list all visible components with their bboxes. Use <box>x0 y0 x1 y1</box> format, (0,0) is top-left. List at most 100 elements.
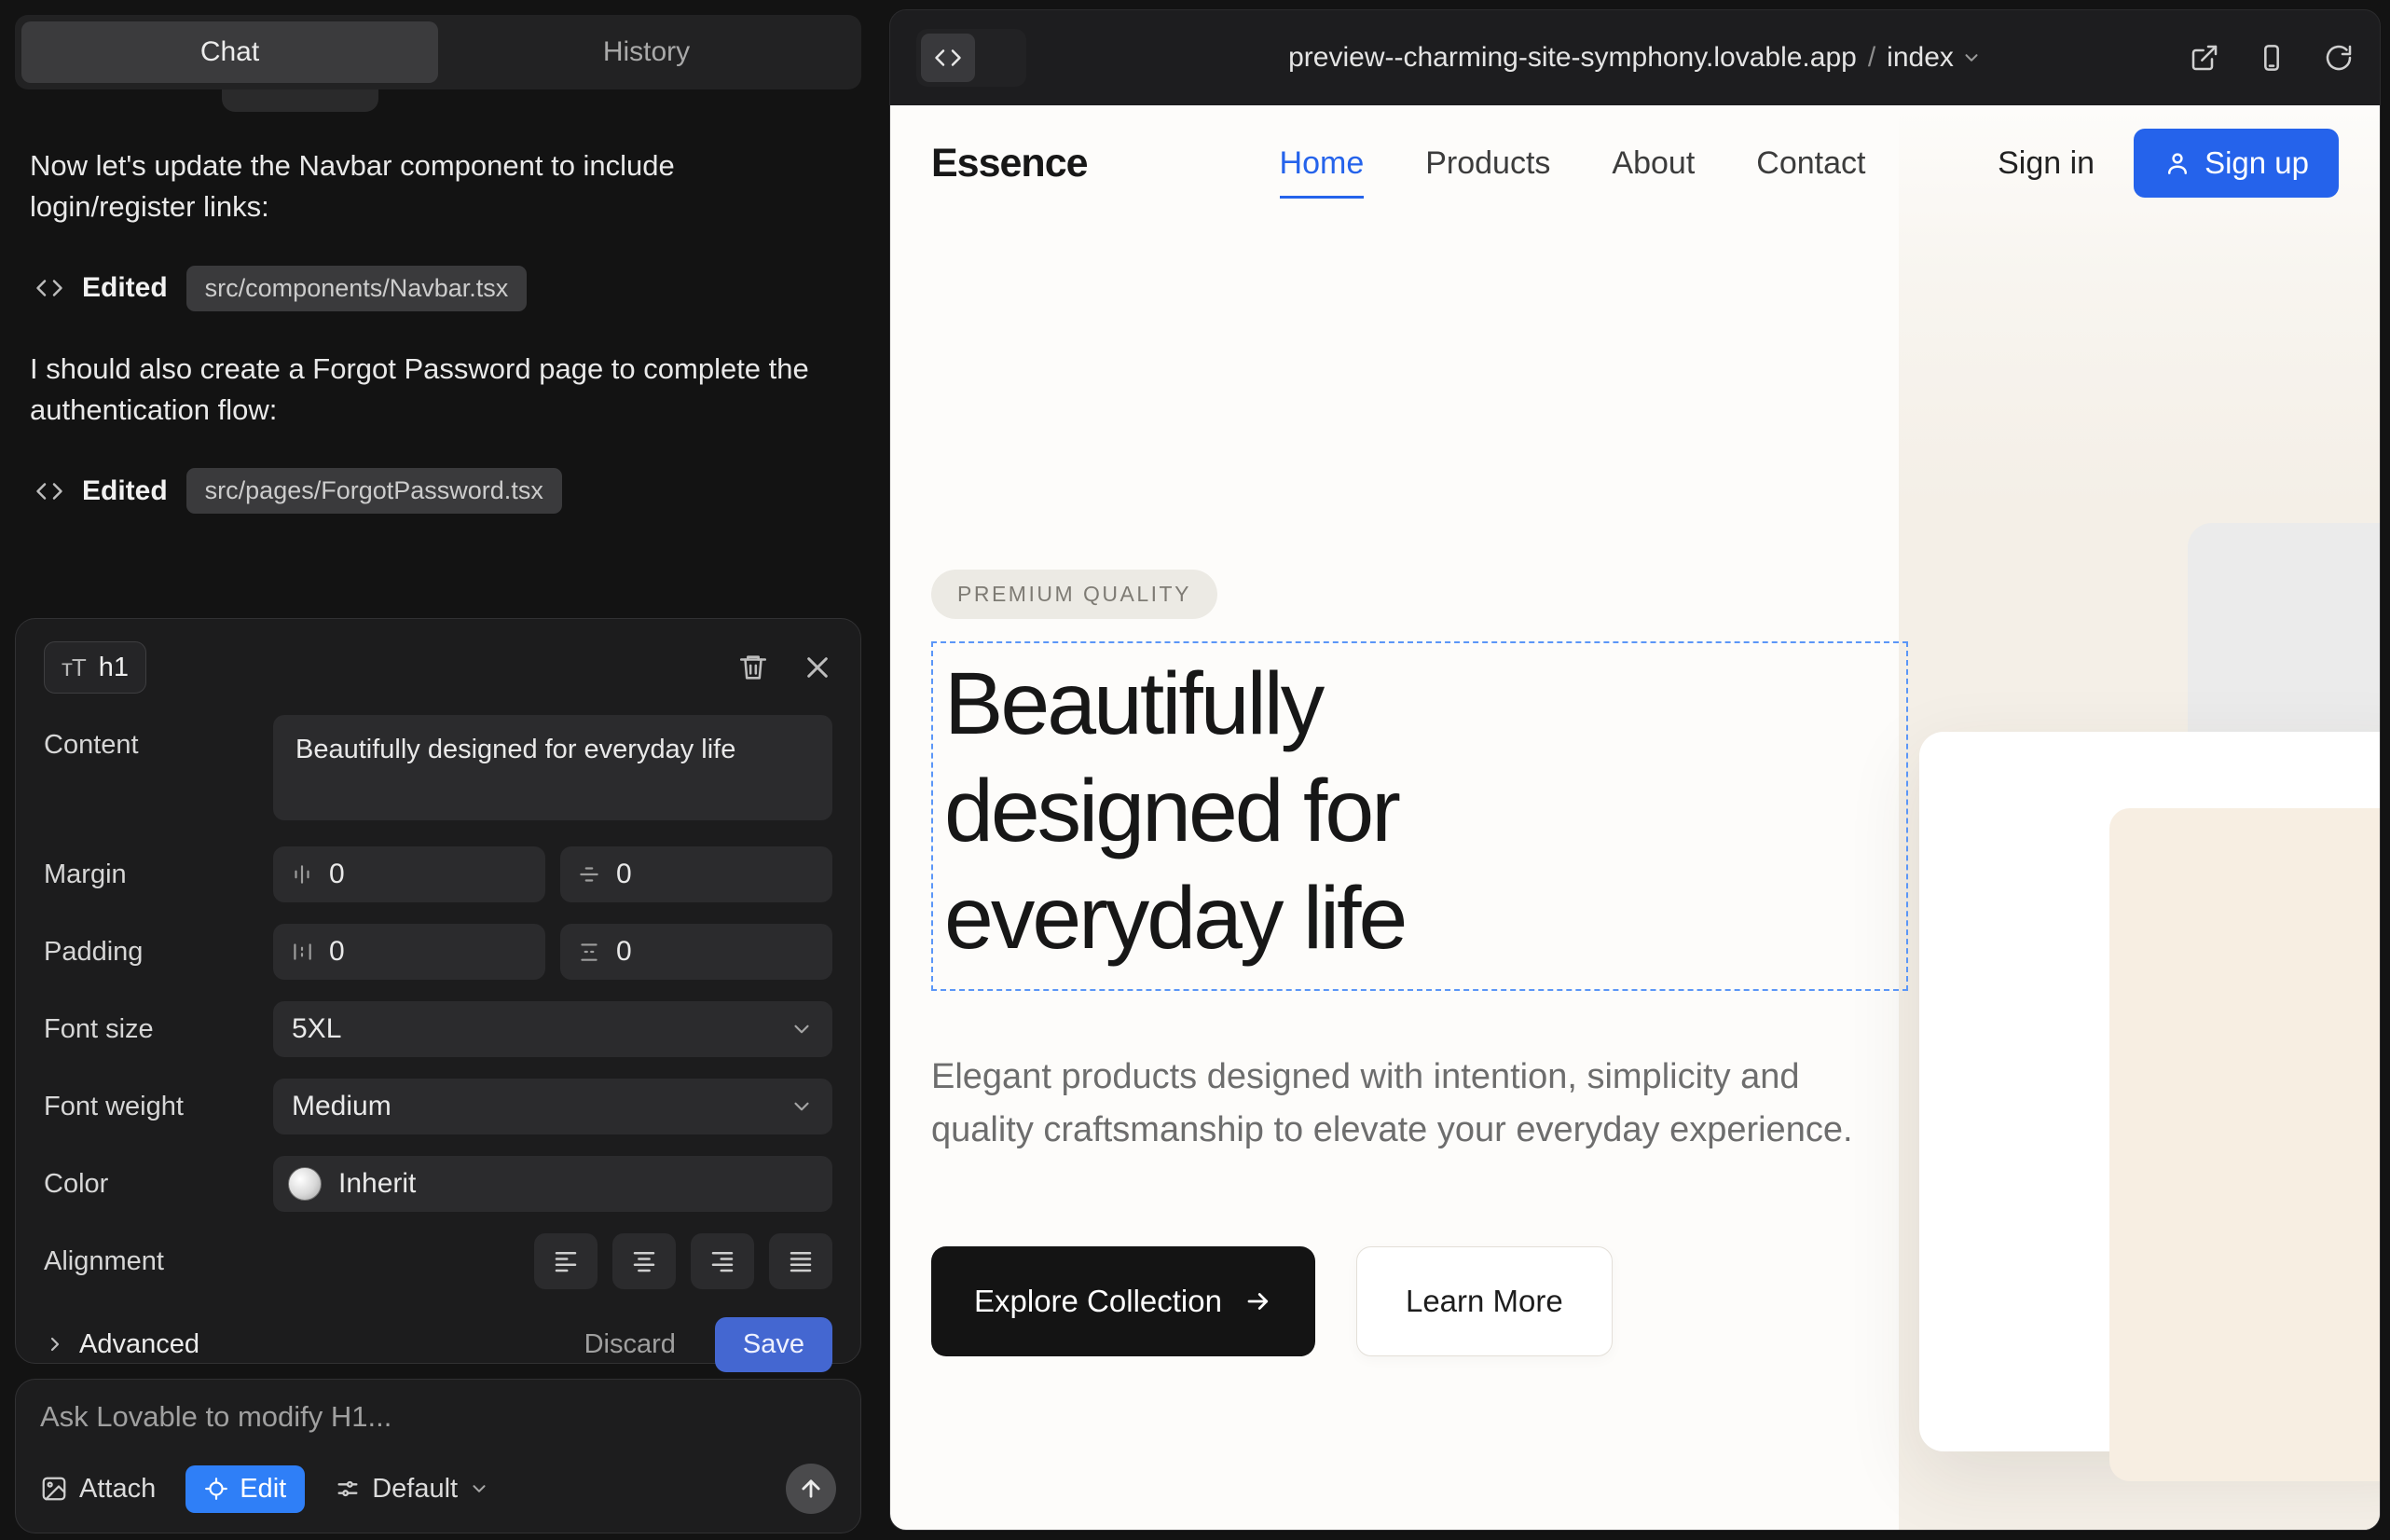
code-icon <box>35 274 63 302</box>
composer-input[interactable] <box>40 1400 836 1434</box>
site-navbar: Essence Home Products About Contact Sign… <box>890 105 2380 221</box>
padding-label: Padding <box>44 935 273 968</box>
headline-line: designed for <box>944 758 1891 865</box>
sign-up-label: Sign up <box>2205 145 2309 181</box>
arrow-right-icon <box>1244 1287 1272 1315</box>
sign-up-button[interactable]: Sign up <box>2134 129 2339 198</box>
tab-chat[interactable]: Chat <box>21 21 438 83</box>
content-label: Content <box>44 715 273 761</box>
delete-element-button[interactable] <box>737 652 769 683</box>
code-toggle-button[interactable] <box>916 29 1026 87</box>
typography-icon: тT <box>62 653 86 682</box>
edited-file-row[interactable]: Edited src/components/Navbar.tsx <box>35 266 858 311</box>
nav-link-products[interactable]: Products <box>1425 145 1550 182</box>
explore-collection-label: Explore Collection <box>974 1284 1222 1319</box>
explore-collection-button[interactable]: Explore Collection <box>931 1246 1315 1356</box>
padding-vertical-icon <box>577 940 601 964</box>
file-path-badge[interactable]: src/components/Navbar.tsx <box>186 266 528 311</box>
font-size-field-row: Font size 5XL <box>44 1001 832 1057</box>
padding-x-input[interactable]: 0 <box>273 924 545 980</box>
tab-history[interactable]: History <box>438 21 855 83</box>
align-left-button[interactable] <box>534 1233 598 1289</box>
save-button[interactable]: Save <box>715 1317 832 1372</box>
chat-message: I should also create a Forgot Password p… <box>30 349 813 432</box>
url-bar: preview--charming-site-symphony.lovable.… <box>890 10 2380 105</box>
content-input[interactable]: Beautifully designed for everyday life <box>273 715 832 820</box>
element-tag-pill[interactable]: тT h1 <box>44 641 146 694</box>
element-editor-panel: тT h1 Content Beautifully designed for e… <box>15 618 861 1364</box>
align-justify-button[interactable] <box>769 1233 832 1289</box>
color-value: Inherit <box>338 1168 416 1200</box>
advanced-toggle[interactable]: Advanced <box>44 1329 199 1360</box>
site-logo[interactable]: Essence <box>931 141 1088 186</box>
send-button[interactable] <box>786 1464 836 1514</box>
align-right-button[interactable] <box>691 1233 754 1289</box>
edit-label: Edit <box>240 1474 286 1505</box>
quality-badge: PREMIUM QUALITY <box>931 570 1217 619</box>
selected-h1-outline[interactable]: Beautifully designed for everyday life <box>931 641 1908 991</box>
discard-button[interactable]: Discard <box>584 1329 676 1360</box>
nav-link-home[interactable]: Home <box>1280 145 1365 182</box>
model-default-selector[interactable]: Default <box>335 1474 489 1505</box>
margin-field-row: Margin 0 0 <box>44 846 832 902</box>
editor-header: тT h1 <box>44 641 832 694</box>
color-label: Color <box>44 1167 273 1200</box>
headline-line: everyday life <box>944 865 1891 972</box>
margin-y-input[interactable]: 0 <box>560 846 832 902</box>
default-label: Default <box>372 1474 458 1505</box>
refresh-icon[interactable] <box>2324 43 2354 73</box>
edited-label: Edited <box>82 272 168 304</box>
code-icon <box>921 34 975 82</box>
nav-link-about[interactable]: About <box>1612 145 1695 182</box>
font-weight-value: Medium <box>292 1091 391 1122</box>
color-select[interactable]: Inherit <box>273 1156 832 1212</box>
margin-y-value: 0 <box>616 859 632 890</box>
learn-more-button[interactable]: Learn More <box>1356 1246 1613 1356</box>
headline-line: Beautifully <box>944 651 1891 758</box>
preview-topbar: preview--charming-site-symphony.lovable.… <box>890 10 2380 105</box>
edit-mode-button[interactable]: Edit <box>185 1465 305 1513</box>
composer-toolbar: Attach Edit Default <box>40 1464 836 1514</box>
close-icon[interactable] <box>803 653 832 682</box>
font-size-select[interactable]: 5XL <box>273 1001 832 1057</box>
image-icon <box>40 1475 68 1503</box>
padding-x-value: 0 <box>329 936 345 968</box>
alignment-field-row: Alignment <box>44 1233 832 1289</box>
font-weight-label: Font weight <box>44 1090 273 1122</box>
nav-link-contact[interactable]: Contact <box>1756 145 1865 182</box>
chevron-down-icon <box>790 1017 814 1041</box>
sliders-icon <box>335 1476 361 1502</box>
file-path-badge[interactable]: src/pages/ForgotPassword.tsx <box>186 468 562 514</box>
chat-message: Now let's update the Navbar component to… <box>30 145 813 228</box>
font-weight-select[interactable]: Medium <box>273 1079 832 1134</box>
hero-subtext: Elegant products designed with intention… <box>931 1051 1863 1157</box>
chevron-down-icon <box>1961 48 1982 68</box>
route-selector[interactable]: index <box>1887 42 1982 74</box>
chevron-down-icon <box>790 1094 814 1119</box>
margin-vertical-icon <box>577 862 601 887</box>
code-icon <box>35 477 63 505</box>
attach-label: Attach <box>79 1474 156 1505</box>
margin-x-value: 0 <box>329 859 345 890</box>
chat-messages: Now let's update the Navbar component to… <box>30 145 858 551</box>
edited-label: Edited <box>82 475 168 507</box>
padding-field-row: Padding 0 0 <box>44 924 832 980</box>
user-icon <box>2163 149 2191 177</box>
preview-frame: preview--charming-site-symphony.lovable.… <box>889 9 2381 1531</box>
alignment-label: Alignment <box>44 1244 273 1277</box>
advanced-label: Advanced <box>79 1329 199 1360</box>
target-icon <box>204 1477 228 1501</box>
color-field-row: Color Inherit <box>44 1156 832 1212</box>
padding-y-input[interactable]: 0 <box>560 924 832 980</box>
margin-x-input[interactable]: 0 <box>273 846 545 902</box>
open-external-icon[interactable] <box>2190 43 2219 73</box>
mobile-view-icon[interactable] <box>2257 43 2287 73</box>
margin-label: Margin <box>44 858 273 890</box>
attach-button[interactable]: Attach <box>40 1474 156 1505</box>
align-center-button[interactable] <box>612 1233 676 1289</box>
padding-y-value: 0 <box>616 936 632 968</box>
edited-file-row[interactable]: Edited src/pages/ForgotPassword.tsx <box>35 468 858 514</box>
preview-url[interactable]: preview--charming-site-symphony.lovable.… <box>1288 42 1857 74</box>
sign-in-link[interactable]: Sign in <box>1998 145 2095 182</box>
chevron-right-icon <box>44 1333 66 1355</box>
